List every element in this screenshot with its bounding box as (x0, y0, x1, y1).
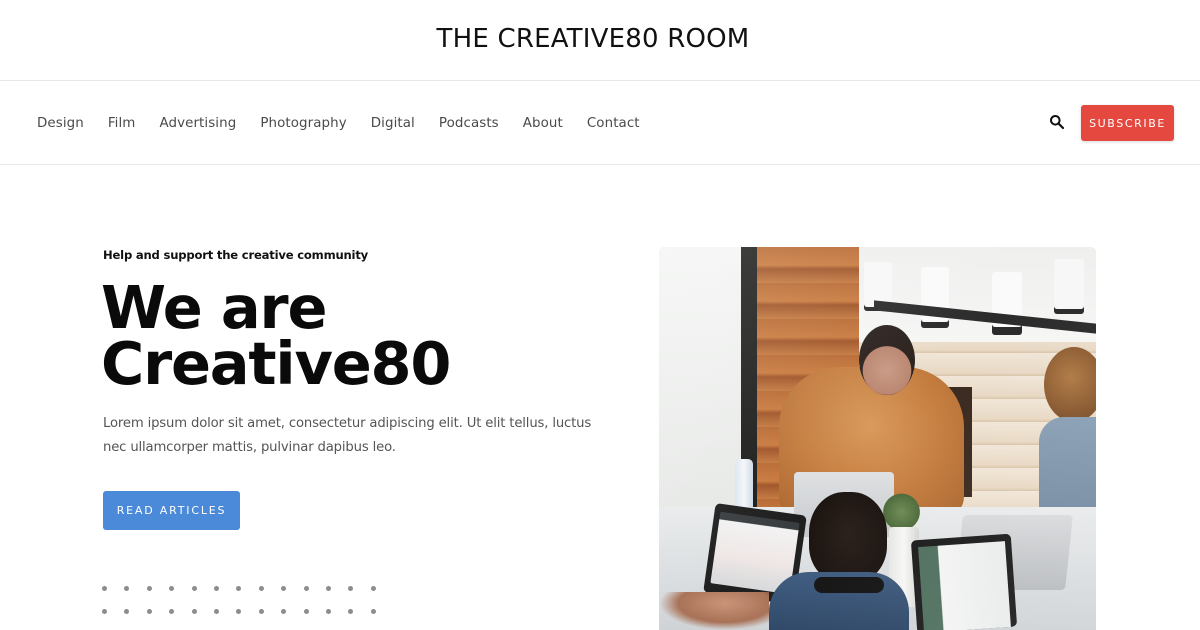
decorative-dot (124, 586, 130, 591)
hero-title-line-1: We are (101, 273, 327, 342)
decorative-dot (102, 586, 107, 591)
decorative-dot (236, 608, 242, 614)
decorative-dot (348, 586, 354, 591)
hero-title-line-2: Creative80 (101, 329, 451, 398)
nav-item-contact[interactable]: Contact (587, 116, 640, 131)
nav-item-podcasts[interactable]: Podcasts (439, 116, 499, 131)
decorative-dot (370, 608, 376, 614)
read-articles-button[interactable]: READ ARTICLES (103, 491, 240, 530)
nav-item-design[interactable]: Design (37, 116, 84, 131)
decorative-dot (236, 586, 242, 591)
hero-title: We are Creative80 (101, 273, 451, 398)
decorative-dot (258, 586, 264, 591)
site-title[interactable]: THE CREATIVE80 ROOM (437, 24, 750, 54)
decorative-dot (191, 608, 197, 614)
decorative-dot (169, 586, 175, 591)
search-button[interactable] (1047, 112, 1067, 132)
nav-item-digital[interactable]: Digital (371, 116, 415, 131)
nav-menu: Design Film Advertising Photography Digi… (37, 81, 664, 165)
hero-eyebrow: Help and support the creative community (103, 248, 369, 262)
decorative-dot (146, 586, 152, 591)
decorative-dot (191, 586, 197, 591)
site-header: THE CREATIVE80 ROOM (0, 0, 1200, 81)
decorative-dot (348, 608, 354, 614)
hero-image (659, 247, 1096, 630)
decorative-dot (326, 586, 331, 591)
decorative-dot-grid (102, 586, 382, 618)
decorative-dot (214, 608, 219, 614)
main-navigation: Design Film Advertising Photography Digi… (0, 81, 1200, 165)
nav-item-advertising[interactable]: Advertising (159, 116, 236, 131)
hero-description: Lorem ipsum dolor sit amet, consectetur … (103, 416, 592, 455)
nav-item-film[interactable]: Film (108, 116, 136, 131)
subscribe-button[interactable]: SUBSCRIBE (1081, 105, 1174, 141)
search-icon (1050, 115, 1065, 130)
decorative-dot (146, 608, 152, 614)
decorative-dot (258, 608, 264, 614)
decorative-dot (370, 586, 376, 591)
decorative-dot (214, 586, 219, 591)
decorative-dot (169, 608, 175, 614)
decorative-dot (102, 608, 107, 614)
image-light-wash (659, 247, 1096, 630)
decorative-dot (303, 586, 309, 591)
nav-item-photography[interactable]: Photography (260, 116, 346, 131)
decorative-dot (281, 608, 287, 614)
decorative-dot (326, 608, 331, 614)
decorative-dot (303, 608, 309, 614)
decorative-dot (281, 586, 287, 591)
nav-item-about[interactable]: About (523, 116, 563, 131)
decorative-dot (124, 608, 130, 614)
